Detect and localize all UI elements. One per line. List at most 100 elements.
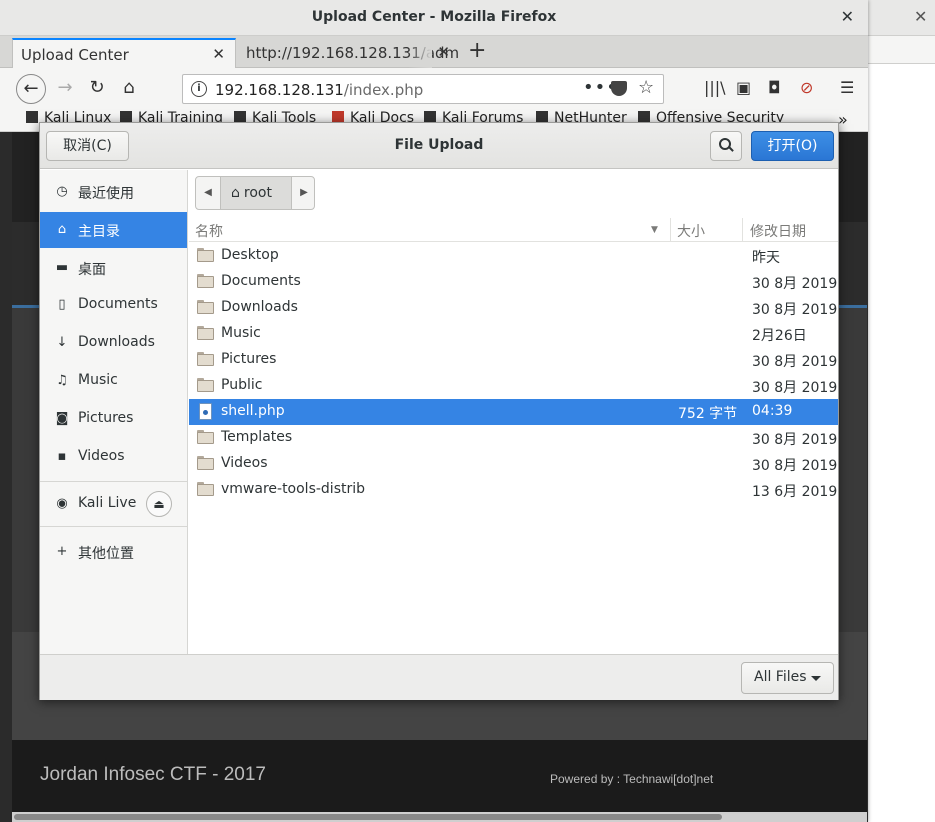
home-icon: ⌂ [231,185,240,201]
window-title: Upload Center - Mozilla Firefox [311,9,557,25]
url-bar[interactable]: i 192.168.128.131/index.php ••• ☆ [182,74,664,104]
sidebar-item-other-locations[interactable]: + 其他位置 [40,534,187,570]
sidebar-item-label: Kali Live [78,495,137,511]
home-icon: ⌂ [57,222,67,237]
background-window-toolbar [868,36,935,64]
page-info-icon[interactable]: i [191,81,207,97]
sidebar-item-videos[interactable]: ▪ Videos [40,439,187,475]
folder-icon [197,378,214,392]
search-button[interactable] [710,131,742,161]
horizontal-scrollbar[interactable] [12,812,867,822]
folder-icon [197,248,214,262]
path-left-arrow-icon[interactable]: ◀ [196,177,220,209]
reload-icon[interactable]: ↻ [82,74,112,104]
background-window: ✕ [868,0,935,822]
home-icon[interactable]: ⌂ [114,74,144,104]
url-text[interactable]: 192.168.128.131/index.php [215,81,423,99]
download-arrow-icon: ↓ [56,335,68,350]
path-crumb-root[interactable]: ⌂ root [220,177,292,209]
sidebar-item-music[interactable]: ♫ Music [40,363,187,399]
places-sidebar: ◷ 最近使用 ⌂ 主目录 ▬ 桌面 ▯ Documents ↓ Download… [40,170,188,654]
url-host: 192.168.128.131 [215,81,344,99]
sidebar-item-home[interactable]: ⌂ 主目录 [40,212,187,248]
file-row[interactable]: Videos 30 8月 2019 [189,451,838,477]
php-file-icon [199,403,212,420]
sidebar-divider [40,526,187,527]
camera-icon: ◙ [55,411,69,426]
back-arrow-icon[interactable]: ← [16,74,46,104]
extension-icon[interactable]: ◘ [768,78,781,97]
open-button[interactable]: 打开(O) [751,131,834,161]
hamburger-menu-icon[interactable]: ☰ [840,78,854,97]
folder-icon [197,274,214,288]
sidebar-item-label: Downloads [78,334,155,350]
sidebar-item-label: 主目录 [78,224,120,240]
file-upload-dialog: 取消(C) File Upload 打开(O) ◷ 最近使用 ⌂ 主目录 ▬ 桌… [39,122,839,700]
background-window-close-icon[interactable]: ✕ [914,7,927,26]
background-window-titlebar: ✕ [868,0,935,36]
new-tab-plus-icon[interactable]: + [468,38,486,63]
file-browser: ◀ ⌂ root ▶ 名称 ▼ 大小 修改日期 Desktop 昨天 Docume… [189,170,838,654]
sidebar-item-downloads[interactable]: ↓ Downloads [40,325,187,361]
sidebar-divider [40,481,187,482]
sidebar-item-label: Music [78,372,118,388]
window-close-icon[interactable]: ✕ [841,7,854,26]
sidebar-item-label: Pictures [78,410,134,426]
file-row[interactable]: Documents 30 8月 2019 [189,269,838,295]
tab-close-icon[interactable]: ✕ [437,43,450,61]
column-size[interactable]: 大小 [677,221,705,241]
sidebar-item-desktop[interactable]: ▬ 桌面 [40,250,187,286]
pocket-icon[interactable] [611,81,627,96]
file-row-selected[interactable]: shell.php 752 字节 04:39 [189,399,838,425]
window-titlebar: Upload Center - Mozilla Firefox ✕ [0,0,868,36]
desktop-folder-icon: ▬ [55,260,69,275]
file-row[interactable]: Public 30 8月 2019 [189,373,838,399]
scrollbar-thumb[interactable] [14,814,722,820]
file-row[interactable]: Desktop 昨天 [189,243,838,269]
folder-icon [197,352,214,366]
file-row[interactable]: Downloads 30 8月 2019 [189,295,838,321]
bookmark-star-icon[interactable]: ☆ [638,77,654,98]
path-bar: ◀ ⌂ root ▶ [195,176,315,210]
file-type-filter-dropdown[interactable]: All Files [741,662,834,694]
sidebar-item-label: Documents [78,296,158,312]
url-path: /index.php [343,81,424,99]
folder-icon [197,482,214,496]
column-name[interactable]: 名称 [195,221,223,241]
file-row[interactable]: Pictures 30 8月 2019 [189,347,838,373]
sidebar-icon[interactable]: ▣ [736,78,751,97]
kali-dragon-icon [26,111,38,123]
chevron-down-icon [811,676,821,681]
tab-strip: Upload Center ✕ http://192.168.128.131/a… [0,36,868,68]
sidebar-item-label: 桌面 [78,262,106,278]
video-icon: ▪ [57,449,67,464]
sidebar-item-label: 其他位置 [78,546,134,562]
column-modified[interactable]: 修改日期 [750,221,806,241]
footer-title: Jordan Infosec CTF - 2017 [40,764,266,785]
sidebar-item-recent[interactable]: ◷ 最近使用 [40,174,187,210]
tab-close-icon[interactable]: ✕ [212,45,225,63]
dialog-header: 取消(C) File Upload 打开(O) [40,123,838,169]
file-row[interactable]: Music 2月26日 [189,321,838,347]
tab-admin-url[interactable]: http://192.168.128.131/admi ✕ [238,38,460,68]
footer-credit: Powered by : Technawi[dot]net [550,772,714,786]
eject-icon[interactable]: ⏏ [146,491,172,517]
path-right-arrow-icon[interactable]: ▶ [292,177,316,209]
dialog-footer: All Files [40,654,838,700]
sidebar-item-pictures[interactable]: ◙ Pictures [40,401,187,437]
folder-icon [197,456,214,470]
sidebar-item-label: Videos [78,448,125,464]
file-row[interactable]: Templates 30 8月 2019 [189,425,838,451]
noscript-icon[interactable]: ⊘ [800,78,813,97]
tab-upload-center[interactable]: Upload Center ✕ [12,38,236,68]
file-row[interactable]: vmware-tools-distrib 13 6月 2019 [189,477,838,503]
sidebar-item-kali-live[interactable]: ◉ Kali Live ⏏ [40,486,187,522]
bookmarks-overflow-chevron-icon[interactable]: » [838,110,848,129]
library-icon[interactable]: |||\ [704,78,726,97]
sort-down-icon[interactable]: ▼ [651,225,658,235]
clock-icon: ◷ [56,184,68,199]
column-header: 名称 ▼ 大小 修改日期 [189,218,838,242]
forward-arrow-icon[interactable]: → [50,74,80,104]
cancel-button[interactable]: 取消(C) [46,131,129,161]
sidebar-item-documents[interactable]: ▯ Documents [40,287,187,323]
